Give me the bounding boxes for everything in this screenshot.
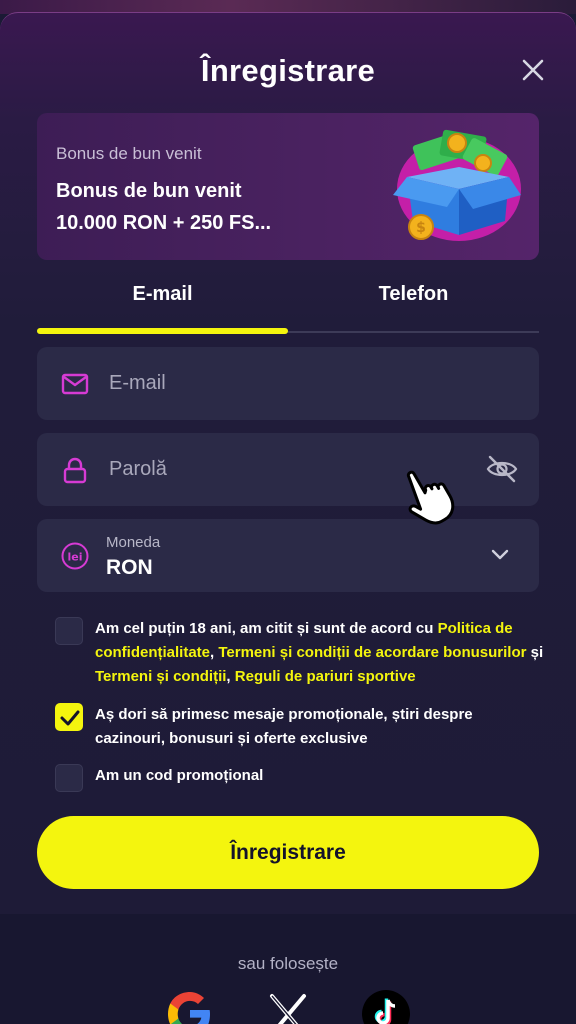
- currency-label: Moneda: [106, 534, 161, 551]
- age-consent-text: Am cel puțin 18 ani, am citit și sunt de…: [95, 617, 545, 689]
- bonus-title: Bonus de bun venit 10.000 RON + 250 FS..…: [56, 175, 271, 239]
- consent-separator: și: [526, 644, 544, 661]
- eye-off-icon[interactable]: [485, 453, 519, 485]
- promo-code-text: Am un cod promoțional: [95, 767, 264, 784]
- tab-phone[interactable]: Telefon: [288, 283, 539, 306]
- check-icon: [60, 710, 80, 726]
- promo-code-checkbox[interactable]: [55, 764, 83, 792]
- sports-betting-rules-link[interactable]: Reguli de pariuri sportive: [235, 668, 416, 685]
- age-consent-checkbox[interactable]: [55, 617, 83, 645]
- password-placeholder: Parolă: [109, 458, 167, 480]
- email-placeholder: E-mail: [109, 372, 166, 394]
- bonus-title-line2: 10.000 RON + 250 FS...: [56, 212, 272, 234]
- email-field[interactable]: E-mail: [37, 347, 539, 420]
- terms-link[interactable]: Termeni și condiții: [95, 668, 226, 685]
- lei-icon-text: lei: [67, 551, 82, 564]
- pointer-hand-icon: [398, 458, 478, 538]
- google-icon[interactable]: [164, 988, 216, 1024]
- age-consent-intro: Am cel puțin 18 ani, am citit și sunt de…: [95, 620, 438, 637]
- x-icon[interactable]: [262, 988, 314, 1024]
- bonus-title-line1: Bonus de bun venit: [56, 180, 242, 202]
- tiktok-icon[interactable]: [360, 988, 412, 1024]
- bonus-terms-link[interactable]: Termeni și condiții de acordare bonusuri…: [218, 644, 526, 661]
- or-use-label: sau folosește: [237, 954, 339, 973]
- signup-method-tabs: E-mail Telefon: [37, 275, 539, 335]
- welcome-bonus-card[interactable]: Bonus de bun venit Bonus de bun venit 10…: [37, 113, 539, 260]
- lock-icon: [61, 456, 89, 484]
- mail-icon: [61, 370, 89, 398]
- consent-separator: ,: [226, 668, 235, 685]
- bonus-subtitle: Bonus de bun venit: [56, 144, 202, 163]
- tab-email[interactable]: E-mail: [37, 283, 288, 306]
- register-button[interactable]: Înregistrare: [37, 816, 539, 889]
- social-login-section: sau folosește: [0, 914, 576, 1024]
- registration-modal: Înregistrare Bonus de bun venit Bonus de…: [0, 12, 576, 914]
- promo-consent-checkbox[interactable]: [55, 703, 83, 731]
- svg-text:$: $: [416, 220, 426, 236]
- currency-value: RON: [106, 556, 153, 579]
- lei-currency-icon: lei: [61, 542, 89, 570]
- gift-box-icon: $: [387, 123, 527, 248]
- promo-consent-text: Aș dori să primesc mesaje promoționale, …: [95, 706, 473, 747]
- tab-active-indicator: [37, 328, 288, 334]
- chevron-down-icon: [489, 545, 511, 565]
- close-icon[interactable]: [518, 55, 548, 85]
- page-title: Înregistrare: [200, 53, 376, 88]
